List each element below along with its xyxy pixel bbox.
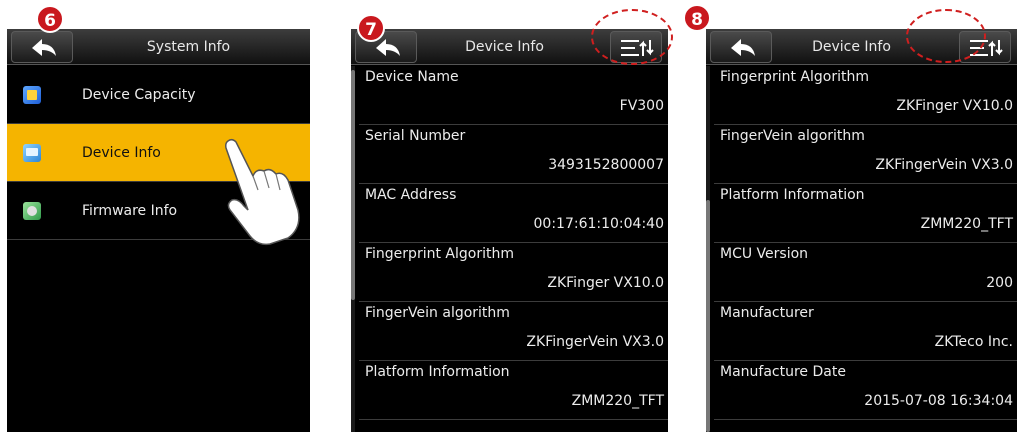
info-value: ZMM220_TFT xyxy=(571,393,664,409)
device-info-list: Device Name FV300 Serial Number 34931528… xyxy=(359,66,668,420)
info-value: FV300 xyxy=(619,98,664,114)
info-label: FingerVein algorithm xyxy=(720,128,865,144)
back-arrow-icon xyxy=(32,39,56,56)
info-label: FingerVein algorithm xyxy=(365,305,510,321)
back-arrow-icon xyxy=(731,39,755,56)
menu-item-label: Firmware Info xyxy=(82,203,178,219)
info-label: Platform Information xyxy=(365,364,510,380)
info-row-fingerprint-algorithm[interactable]: Fingerprint Algorithm ZKFinger VX10.0 xyxy=(714,66,1017,125)
device-capacity-icon xyxy=(23,86,41,104)
back-button[interactable] xyxy=(710,31,772,63)
info-label: Platform Information xyxy=(720,187,865,203)
info-label: Serial Number xyxy=(365,128,466,144)
info-value: 200 xyxy=(986,275,1013,291)
firmware-info-icon xyxy=(23,202,41,220)
info-row-platform-information[interactable]: Platform Information ZMM220_TFT xyxy=(714,184,1017,243)
info-label: MAC Address xyxy=(365,187,457,203)
scrollbar-thumb[interactable] xyxy=(706,200,710,432)
info-label: Manufacturer xyxy=(720,305,814,321)
info-value: ZMM220_TFT xyxy=(920,216,1013,232)
step-8-badge: 8 xyxy=(683,4,711,32)
device-info-icon xyxy=(23,144,41,162)
info-value: ZKTeco Inc. xyxy=(934,334,1013,350)
back-button[interactable] xyxy=(11,31,73,63)
pointer-hand-icon xyxy=(225,138,300,246)
info-row-fingervein-algorithm[interactable]: FingerVein algorithm ZKFingerVein VX3.0 xyxy=(714,125,1017,184)
info-label: Fingerprint Algorithm xyxy=(365,246,514,262)
info-label: Manufacture Date xyxy=(720,364,846,380)
info-row-serial-number[interactable]: Serial Number 3493152800007 xyxy=(359,125,668,184)
menu-item-label: Device Info xyxy=(82,145,161,161)
page-title: Device Info xyxy=(465,39,544,55)
info-row-fingerprint-algorithm[interactable]: Fingerprint Algorithm ZKFinger VX10.0 xyxy=(359,243,668,302)
info-row-mcu-version[interactable]: MCU Version 200 xyxy=(714,243,1017,302)
info-value: ZKFingerVein VX3.0 xyxy=(875,157,1013,173)
menu-item-device-capacity[interactable]: Device Capacity xyxy=(7,66,310,124)
info-value: 3493152800007 xyxy=(548,157,664,173)
device-info-screen-top: Device Info Device Name FV300 Serial Num… xyxy=(351,29,668,432)
scrollbar[interactable] xyxy=(351,66,355,432)
device-info-list: Fingerprint Algorithm ZKFinger VX10.0 Fi… xyxy=(714,66,1017,420)
menu-item-label: Device Capacity xyxy=(82,87,196,103)
sort-button-callout xyxy=(906,9,986,63)
info-row-fingervein-algorithm[interactable]: FingerVein algorithm ZKFingerVein VX3.0 xyxy=(359,302,668,361)
back-arrow-icon xyxy=(376,39,400,56)
info-label: MCU Version xyxy=(720,246,809,262)
step-7-badge: 7 xyxy=(357,14,385,42)
scrollbar[interactable] xyxy=(706,66,710,432)
info-row-mac-address[interactable]: MAC Address 00:17:61:10:04:40 xyxy=(359,184,668,243)
info-value: ZKFinger VX10.0 xyxy=(547,275,664,291)
step-6-badge: 6 xyxy=(36,5,64,33)
info-row-device-name[interactable]: Device Name FV300 xyxy=(359,66,668,125)
sort-button-callout xyxy=(591,9,673,65)
info-value: 2015-07-08 16:34:04 xyxy=(864,393,1013,409)
info-row-platform-information[interactable]: Platform Information ZMM220_TFT xyxy=(359,361,668,420)
info-row-manufacturer[interactable]: Manufacturer ZKTeco Inc. xyxy=(714,302,1017,361)
info-value: 00:17:61:10:04:40 xyxy=(533,216,664,232)
page-title: System Info xyxy=(146,39,231,55)
device-info-screen-scrolled: Device Info Fingerprint Algorithm ZKFing… xyxy=(706,29,1017,432)
info-value: ZKFinger VX10.0 xyxy=(896,98,1013,114)
info-label: Device Name xyxy=(365,69,459,85)
info-label: Fingerprint Algorithm xyxy=(720,69,869,85)
header-bar: System Info xyxy=(7,29,310,65)
info-row-manufacture-date[interactable]: Manufacture Date 2015-07-08 16:34:04 xyxy=(714,361,1017,420)
scrollbar-thumb[interactable] xyxy=(351,70,355,300)
info-value: ZKFingerVein VX3.0 xyxy=(526,334,664,350)
